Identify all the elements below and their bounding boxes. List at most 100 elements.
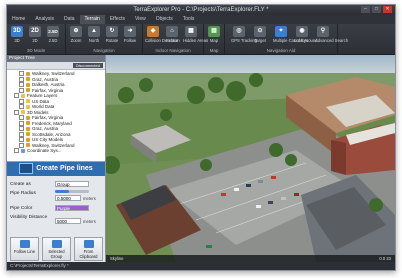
create-as-label: Create as xyxy=(10,182,31,187)
north-icon: ▲ xyxy=(88,26,100,37)
pipe-icon xyxy=(19,162,34,174)
tree-item-checkbox[interactable] xyxy=(19,120,24,126)
folder-icon xyxy=(26,71,30,76)
clipboard-icon xyxy=(83,240,94,248)
zoom-button[interactable]: ⊕ Zoom xyxy=(68,26,84,43)
group-label-3d-mode: 3D Mode xyxy=(26,48,46,53)
tree-item-checkbox[interactable] xyxy=(19,76,24,82)
hidden-areas-button[interactable]: ▦ Hidden Areas xyxy=(183,26,208,43)
visibility-distance-label: Visibility Distance xyxy=(10,215,48,220)
folder-icon xyxy=(21,110,25,115)
window-title: TerraExplorer Pro - C:\Projects\TerraExp… xyxy=(133,7,269,13)
tree-item-checkbox[interactable] xyxy=(14,93,19,99)
tab-terrain[interactable]: Terrain xyxy=(79,15,105,24)
follow-line-button[interactable]: Follow Line xyxy=(10,237,39,261)
title-bar: TerraExplorer Pro - C:\Projects\TerraExp… xyxy=(7,5,395,15)
viewport-status-bar: Skyline 0.0 23 xyxy=(106,255,395,262)
3d-icon: 3D xyxy=(11,26,23,37)
pipe-radius-slider[interactable] xyxy=(55,190,89,193)
create-as-select[interactable]: Group xyxy=(55,181,89,187)
tree-item-checkbox[interactable] xyxy=(19,104,24,110)
rotate-button[interactable]: ↻ Rotate xyxy=(104,26,120,43)
group-3d-mode: 3D 3D 2D 2D 2.5D 2.5D 3D Mode xyxy=(7,24,66,54)
aerial-city-view xyxy=(106,55,395,262)
tree-item[interactable]: Coordinate Sys... xyxy=(7,148,105,154)
tab-tools[interactable]: Tools xyxy=(178,15,200,24)
tree-item-checkbox[interactable] xyxy=(19,115,24,121)
tree-item-checkbox[interactable] xyxy=(19,82,24,88)
group-navigation: ⊕ Zoom ▲ North ↻ Rotate ➜ Follow Navigation xyxy=(66,24,143,54)
selected-group-button[interactable]: Selected Group xyxy=(42,237,71,261)
minimize-button[interactable]: – xyxy=(361,6,370,13)
group-indoor-navigation: ◆ Collision Detection ⌂ Indoor ▦ Hidden Are… xyxy=(143,24,208,54)
3d-mode-button[interactable]: 3D 3D xyxy=(9,26,25,43)
tree-item-checkbox[interactable] xyxy=(19,137,24,143)
north-button[interactable]: ▲ North xyxy=(86,26,102,43)
tab-objects[interactable]: Objects xyxy=(151,15,178,24)
tree-item-checkbox[interactable] xyxy=(19,98,24,104)
project-path: C:\Projects\TerraExplorer.fly * xyxy=(10,263,69,268)
bottom-status-bar: C:\Projects\TerraExplorer.fly * xyxy=(7,262,395,270)
tree-item-label: Walkney, Switzerland xyxy=(32,142,75,148)
tree-item-label: Walkney, Switzerland xyxy=(32,71,75,77)
status-left: Skyline xyxy=(110,256,124,261)
look-around-icon: ◉ xyxy=(296,26,308,37)
tree-item-checkbox[interactable] xyxy=(19,131,24,137)
tree-item-checkbox[interactable] xyxy=(14,148,19,154)
folder-icon xyxy=(26,137,30,142)
selected-group-icon xyxy=(51,240,62,248)
indoor-icon: ⌂ xyxy=(166,26,178,37)
collision-detection-button[interactable]: ◆ Collision Detection xyxy=(145,26,180,43)
tab-analysis[interactable]: Analysis xyxy=(30,15,59,24)
tree-item-label: Coordinate Sys... xyxy=(27,148,62,154)
tree-item-checkbox[interactable] xyxy=(19,142,24,148)
map-button[interactable]: ▤ Map xyxy=(206,26,222,43)
tab-effects[interactable]: Effects xyxy=(105,15,130,24)
2d-mode-button[interactable]: 2D 2D xyxy=(27,26,43,43)
tree-item-checkbox[interactable] xyxy=(14,109,19,115)
from-clipboard-button[interactable]: From Clipboard xyxy=(74,237,103,261)
collision-icon: ◆ xyxy=(147,26,159,37)
3d-viewport[interactable] xyxy=(106,55,395,262)
search-icon: ⚲ xyxy=(317,26,329,37)
tree-item-checkbox[interactable] xyxy=(19,87,24,93)
disconnected-button[interactable]: Disconnected xyxy=(72,63,103,68)
tab-home[interactable]: Home xyxy=(7,15,30,24)
multiple-coord-sys-button[interactable]: ⌖ Multiple Coord Sys xyxy=(273,26,308,43)
target-button[interactable]: ⊙ Target xyxy=(252,26,268,43)
tree-item-label: Fairfax, Virginia xyxy=(32,115,64,121)
project-tree: Walkney, Switzerland Graz, Austria Dalkeit… xyxy=(7,70,105,161)
folder-icon xyxy=(26,126,30,131)
group-label-navigation-aid: Navigation Aid xyxy=(266,48,296,53)
advanced-search-button[interactable]: ⚲ Advanced Search xyxy=(315,26,348,43)
maximize-button[interactable]: □ xyxy=(372,6,381,13)
folder-icon xyxy=(26,104,30,109)
tree-item-label: Fairfax, Virginia xyxy=(32,87,64,93)
tree-item-checkbox[interactable] xyxy=(19,126,24,132)
tab-data[interactable]: Data xyxy=(59,15,80,24)
2-5d-mode-button[interactable]: 2.5D 2.5D xyxy=(45,26,61,43)
folder-icon xyxy=(21,93,25,98)
left-panel: Project Tree Disconnected Walkney, Switz… xyxy=(7,55,106,264)
tab-view[interactable]: View xyxy=(130,15,151,24)
close-button[interactable]: ✕ xyxy=(383,6,392,13)
folder-icon xyxy=(21,148,25,153)
look-around-button[interactable]: ◉ Look Around xyxy=(294,26,318,43)
status-right: 0.0 23 xyxy=(379,256,391,261)
tree-item-label: 3D Models xyxy=(27,109,49,115)
follow-line-icon xyxy=(19,240,30,248)
project-tree-toolbar: Disconnected xyxy=(7,62,105,70)
tree-item-label: World Data xyxy=(32,104,55,110)
folder-icon xyxy=(26,82,30,87)
group-navigation-aid: ◎ GPS Tracking ⊙ Target ⌖ Multiple Coord Sy… xyxy=(225,24,348,54)
pipe-radius-input[interactable]: 0.5000 xyxy=(55,195,81,201)
indoor-button[interactable]: ⌂ Indoor xyxy=(164,26,180,43)
pipe-color-picker[interactable]: Purple xyxy=(55,205,89,211)
tree-item-label: Scottsdale, Arizona xyxy=(32,131,71,137)
gps-icon: ◎ xyxy=(233,26,245,37)
project-tree-title: Project Tree xyxy=(7,55,105,62)
gps-tracking-button[interactable]: ◎ GPS Tracking xyxy=(231,26,257,43)
tree-item-checkbox[interactable] xyxy=(19,71,24,77)
visibility-distance-input[interactable]: 5000 xyxy=(55,218,81,224)
follow-button[interactable]: ➜ Follow xyxy=(122,26,138,43)
